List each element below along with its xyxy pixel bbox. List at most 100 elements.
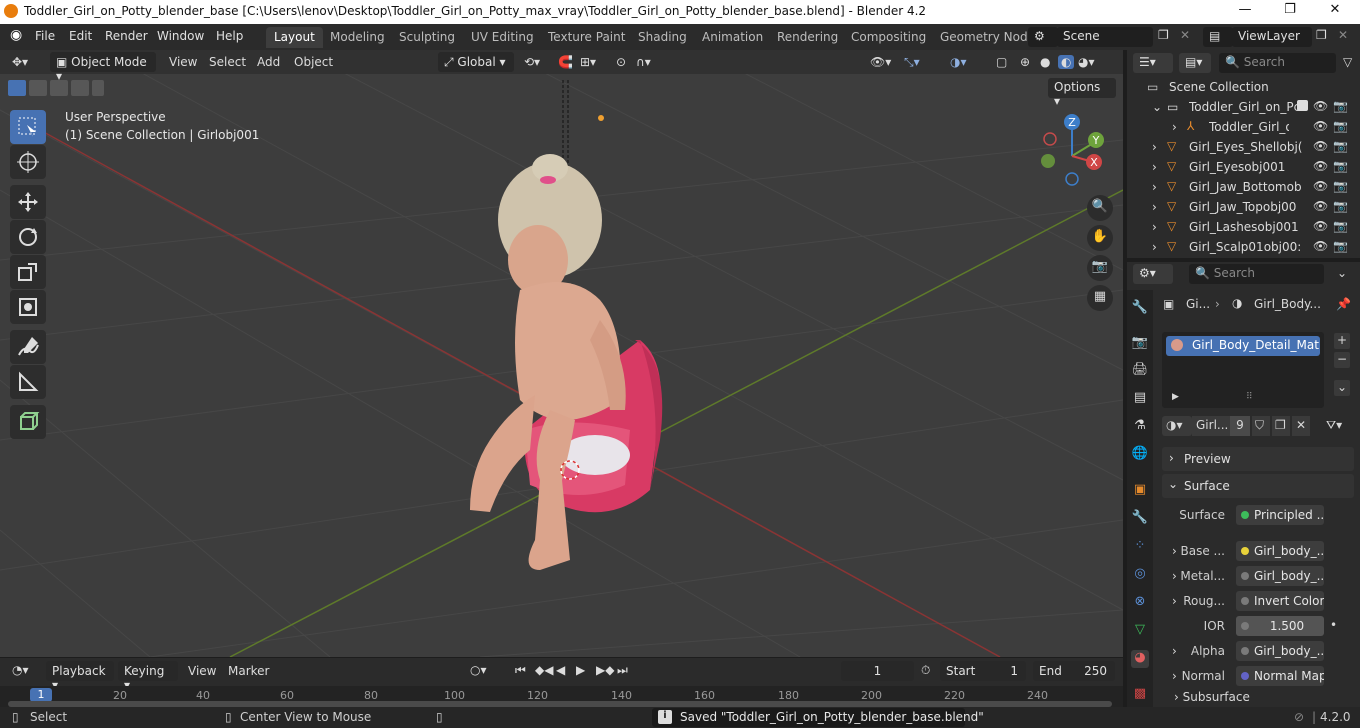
camera-icon[interactable]: 📷 <box>1333 99 1348 113</box>
tool-tab-icon[interactable]: 🔧 <box>1131 300 1149 318</box>
add-slot-button[interactable]: + <box>1334 333 1350 349</box>
current-frame-field[interactable]: 1 <box>841 661 914 681</box>
wireframe-shading-icon[interactable]: ⊕ <box>1020 55 1030 69</box>
pin-icon[interactable]: 📌 <box>1336 297 1351 311</box>
eye-icon[interactable]: 👁 <box>1313 99 1328 113</box>
duplicate-icon[interactable]: ❐ <box>1272 416 1290 436</box>
auto-keying-icon[interactable]: ○▾ <box>470 663 487 677</box>
menu-view[interactable]: View <box>169 55 197 69</box>
camera-icon[interactable]: 📷 <box>1333 139 1348 153</box>
material-slot-list[interactable]: Girl_Body_Detail_Mat... ▶ ⠿ <box>1162 332 1324 408</box>
camera-icon[interactable]: 📷 <box>1333 119 1348 133</box>
prop-row-metallic[interactable]: › Metal... Girl_body_... <box>1160 566 1356 588</box>
xray-icon[interactable]: ▢ <box>996 55 1007 69</box>
material-tab-icon[interactable]: ◕ <box>1131 650 1149 668</box>
tab-shading[interactable]: Shading <box>630 27 695 48</box>
eye-icon[interactable]: 👁 <box>1313 119 1328 133</box>
grid-view-icon[interactable]: ▦ <box>1087 285 1113 311</box>
playhead[interactable]: 1 <box>30 688 52 702</box>
outliner-root-row[interactable]: ▭ Scene Collection <box>1127 77 1360 97</box>
zoom-icon[interactable]: 🔍 <box>1087 195 1113 221</box>
timeline-view-menu[interactable]: View <box>188 664 216 678</box>
new-scene-icon[interactable]: ❐ <box>1158 28 1169 42</box>
outliner-row[interactable]: › ⅄ Toddler_Girl_or 👁 📷 <box>1127 117 1360 137</box>
pan-hand-icon[interactable]: ✋ <box>1087 225 1113 251</box>
visibility-icon[interactable]: 👁▾ <box>870 55 891 69</box>
playback-dropdown[interactable]: Playback ▾ <box>46 661 114 692</box>
menu-select[interactable]: Select <box>209 55 246 69</box>
snap-icon[interactable]: 🧲 <box>558 55 573 69</box>
world-tab-icon[interactable]: 🌐 <box>1131 446 1149 464</box>
proportional-edit-icon[interactable]: ⊙ <box>616 55 626 69</box>
prop-row-ior[interactable]: IOR 1.500 • <box>1160 616 1356 638</box>
menu-window[interactable]: Window <box>157 29 204 43</box>
chevron-down-icon[interactable]: ⌄ <box>1337 266 1347 280</box>
tab-texture-paint[interactable]: Texture Paint <box>540 27 633 48</box>
end-frame-field[interactable]: End 250 <box>1033 661 1115 681</box>
scene-type-icon[interactable]: ⚙ <box>1028 27 1058 47</box>
object-tab-icon[interactable]: ▣ <box>1131 482 1149 500</box>
select-intersect-icon[interactable] <box>92 80 104 96</box>
outliner-search-input[interactable]: 🔍 Search <box>1219 53 1336 73</box>
camera-icon[interactable]: 📷 <box>1333 159 1348 173</box>
camera-view-icon[interactable]: 📷 <box>1087 255 1113 281</box>
tab-animation[interactable]: Animation <box>694 27 771 48</box>
delete-view-layer-icon[interactable]: ✕ <box>1338 28 1348 42</box>
view-layer-tab-icon[interactable]: ▤ <box>1131 390 1149 408</box>
prop-row-normal[interactable]: › Normal Normal Map <box>1160 666 1356 688</box>
timeline-marker-menu[interactable]: Marker <box>228 664 269 678</box>
new-view-layer-icon[interactable]: ❐ <box>1316 28 1327 42</box>
falloff-icon[interactable]: ∩▾ <box>636 55 651 69</box>
outliner-row[interactable]: › ▽ Girl_Eyesobj001 👁 📷 <box>1127 157 1360 177</box>
start-frame-field[interactable]: Start 1 <box>940 661 1026 681</box>
properties-editor-icon[interactable]: ⚙▾ <box>1133 264 1173 284</box>
navigation-gizmo[interactable]: Z Y X <box>1038 112 1108 192</box>
eye-icon[interactable]: 👁 <box>1313 219 1328 233</box>
chevron-right-icon[interactable]: › <box>1152 180 1157 194</box>
play-icon[interactable]: ▶ <box>576 663 585 677</box>
chevron-right-icon[interactable]: › <box>1152 240 1157 254</box>
timeline-editor-icon[interactable]: ◔▾ <box>12 663 29 677</box>
tab-geometry-nodes[interactable]: Geometry Nod <box>932 27 1036 48</box>
outliner-row[interactable]: ⌄ ▭ Toddler_Girl_on_Pc 👁 📷 <box>1127 97 1360 117</box>
tab-layout[interactable]: Layout <box>266 27 323 48</box>
rotate-tool[interactable] <box>10 220 46 254</box>
slot-specials-button[interactable]: ⌄ <box>1334 380 1350 396</box>
move-tool[interactable] <box>10 185 46 219</box>
menu-edit[interactable]: Edit <box>69 29 92 43</box>
material-name-field[interactable]: Girl... <box>1192 416 1230 436</box>
user-count-badge[interactable]: 9 <box>1230 416 1250 436</box>
cursor-tool[interactable] <box>10 145 46 179</box>
tab-sculpting[interactable]: Sculpting <box>391 27 463 48</box>
eye-icon[interactable]: 👁 <box>1313 139 1328 153</box>
minimize-button[interactable]: — <box>1230 2 1260 22</box>
tab-modeling[interactable]: Modeling <box>322 27 393 48</box>
output-tab-icon[interactable]: 🖨 <box>1131 362 1149 380</box>
chevron-right-icon[interactable]: › <box>1152 220 1157 234</box>
fake-user-icon[interactable]: ⛉ <box>1252 416 1270 436</box>
mode-dropdown[interactable]: ▣ Object Mode ▾ <box>50 52 156 83</box>
rendered-shading-icon[interactable]: ◕▾ <box>1078 55 1095 69</box>
texture-tab-icon[interactable]: ▩ <box>1131 686 1149 704</box>
properties-search-input[interactable]: 🔍 Search <box>1189 264 1324 284</box>
surface-panel-header[interactable]: ⌄ Surface <box>1162 474 1354 498</box>
blender-menu-icon[interactable]: ◉ <box>10 27 22 43</box>
jump-end-icon[interactable]: ⏭ <box>617 663 628 678</box>
maximize-button[interactable]: ❐ <box>1275 2 1305 22</box>
outliner-editor-icon[interactable]: ☰▾ <box>1133 53 1173 73</box>
camera-icon[interactable]: 📷 <box>1333 199 1348 213</box>
prop-row-surface[interactable]: Surface Principled ... <box>1160 505 1356 527</box>
render-tab-icon[interactable]: 📷 <box>1131 335 1149 353</box>
subsurface-panel-header[interactable]: › Subsurface <box>1162 690 1354 707</box>
scene-name-field[interactable]: Scene <box>1057 27 1153 47</box>
prop-value[interactable]: Girl_body_... <box>1236 541 1324 561</box>
select-invert-icon[interactable] <box>71 80 89 96</box>
overlay-toggle-icon[interactable]: ◑▾ <box>950 55 967 69</box>
material-browse-button[interactable]: ◑▾ <box>1162 416 1192 436</box>
timeline-ruler[interactable]: 1 20 40 60 80 100 120 140 160 180 200 22… <box>0 686 1123 708</box>
select-box-tool[interactable] <box>10 110 46 144</box>
particles-tab-icon[interactable]: ⁘ <box>1131 538 1149 556</box>
stopwatch-icon[interactable]: ⏱ <box>921 663 930 678</box>
tab-compositing[interactable]: Compositing <box>843 27 934 48</box>
prop-value[interactable]: Principled ... <box>1236 505 1324 525</box>
